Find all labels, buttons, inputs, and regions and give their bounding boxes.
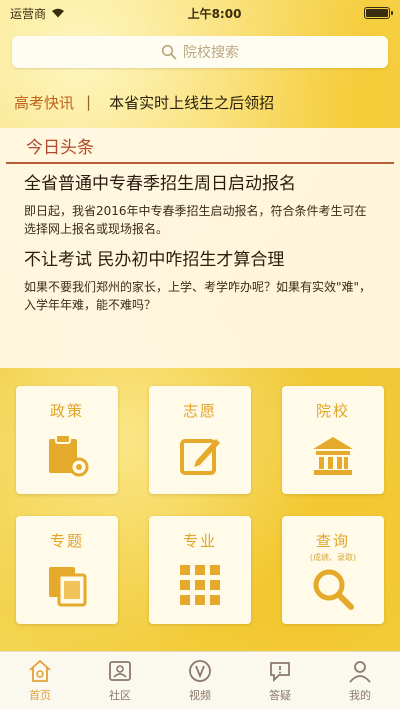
news-section-title: 今日头条 [6,128,394,164]
clipboard-icon [49,434,89,477]
ticker-separator: | [86,93,92,111]
ticker-label: 高考快讯 [14,93,75,112]
ticker-text[interactable]: 本省实时上线生之后领招 [109,92,274,113]
tile-label: 专题 [49,532,84,550]
documents-icon [49,567,87,607]
article-title[interactable]: 不让考试 民办初中咋招生才算合理 [24,248,376,272]
tab-label: 答疑 [269,689,291,702]
tile-lookup[interactable]: 查询 (成绩、录取) [282,516,384,624]
community-icon [109,661,131,681]
tab-label: 社区 [109,689,131,702]
search-placeholder: 院校搜索 [183,45,239,61]
video-icon [189,660,211,682]
grid-apps-icon [180,565,220,605]
news-article[interactable]: 全省普通中专春季招生周日启动报名 即日起，我省2016年中专春季招生启动报名，符… [0,172,400,238]
tile-label: 院校 [315,402,350,420]
tile-label: 专业 [182,532,217,550]
tab-label: 我的 [349,689,371,702]
news-article[interactable]: 不让考试 民办初中咋招生才算合理 如果不要我们郑州的家长，上学、考学咋办呢？如果… [0,248,400,314]
tab-label: 视频 [189,689,211,702]
tab-home[interactable]: 首页 [5,658,75,703]
search-icon [313,569,354,610]
tab-label: 首页 [29,689,51,702]
tile-label: 政策 [49,402,84,420]
tile-topics[interactable]: 专题 [16,516,118,624]
tile-application[interactable]: 志愿 [149,386,251,494]
app-screen: 运营商 上午8:00 院校搜索 高考快讯 | 本省实时上线生之后领招 今日头条 … [0,0,400,709]
tile-policy[interactable]: 政策 [16,386,118,494]
tile-label: 查询 [315,532,350,550]
feature-grid: 政策 志愿 院校 专题 专业 查询 (成绩、录取) [16,386,384,634]
tile-colleges[interactable]: 院校 [282,386,384,494]
battery-icon [364,7,393,19]
article-title[interactable]: 全省普通中专春季招生周日启动报名 [24,172,376,196]
home-icon [29,659,51,682]
carrier-name: 运营商 [10,6,47,21]
search-icon [161,44,177,60]
tile-sublabel: (成绩、录取) [309,553,357,562]
wifi-icon [52,8,65,18]
status-time: 上午8:00 [187,6,242,21]
tile-majors[interactable]: 专业 [149,516,251,624]
bottom-tab-bar: 首页 社区 视频 答疑 我的 [0,651,400,709]
qa-icon [270,662,290,683]
tab-qa[interactable]: 答疑 [245,658,315,703]
search-bar[interactable]: 院校搜索 [12,36,388,68]
battery-level [366,9,388,17]
profile-icon [349,661,371,683]
article-summary: 即日起，我省2016年中专春季招生启动报名，符合条件考生可在选择网上报名或现场报… [24,204,367,236]
status-left: 运营商 [10,5,65,22]
article-summary: 如果不要我们郑州的家长，上学、考学咋办呢？如果有实效"难"，入学年年难，能不难吗… [24,280,372,312]
school-building-icon [313,437,353,475]
tab-profile[interactable]: 我的 [325,658,395,703]
tile-label: 志愿 [182,402,217,420]
edit-icon [180,439,220,475]
news-ticker[interactable]: 高考快讯 | 本省实时上线生之后领招 [0,82,400,122]
tab-community[interactable]: 社区 [85,658,155,703]
status-bar: 运营商 上午8:00 [0,0,400,26]
tab-video[interactable]: 视频 [165,658,235,703]
headline-news-panel: 今日头条 全省普通中专春季招生周日启动报名 即日起，我省2016年中专春季招生启… [0,128,400,368]
